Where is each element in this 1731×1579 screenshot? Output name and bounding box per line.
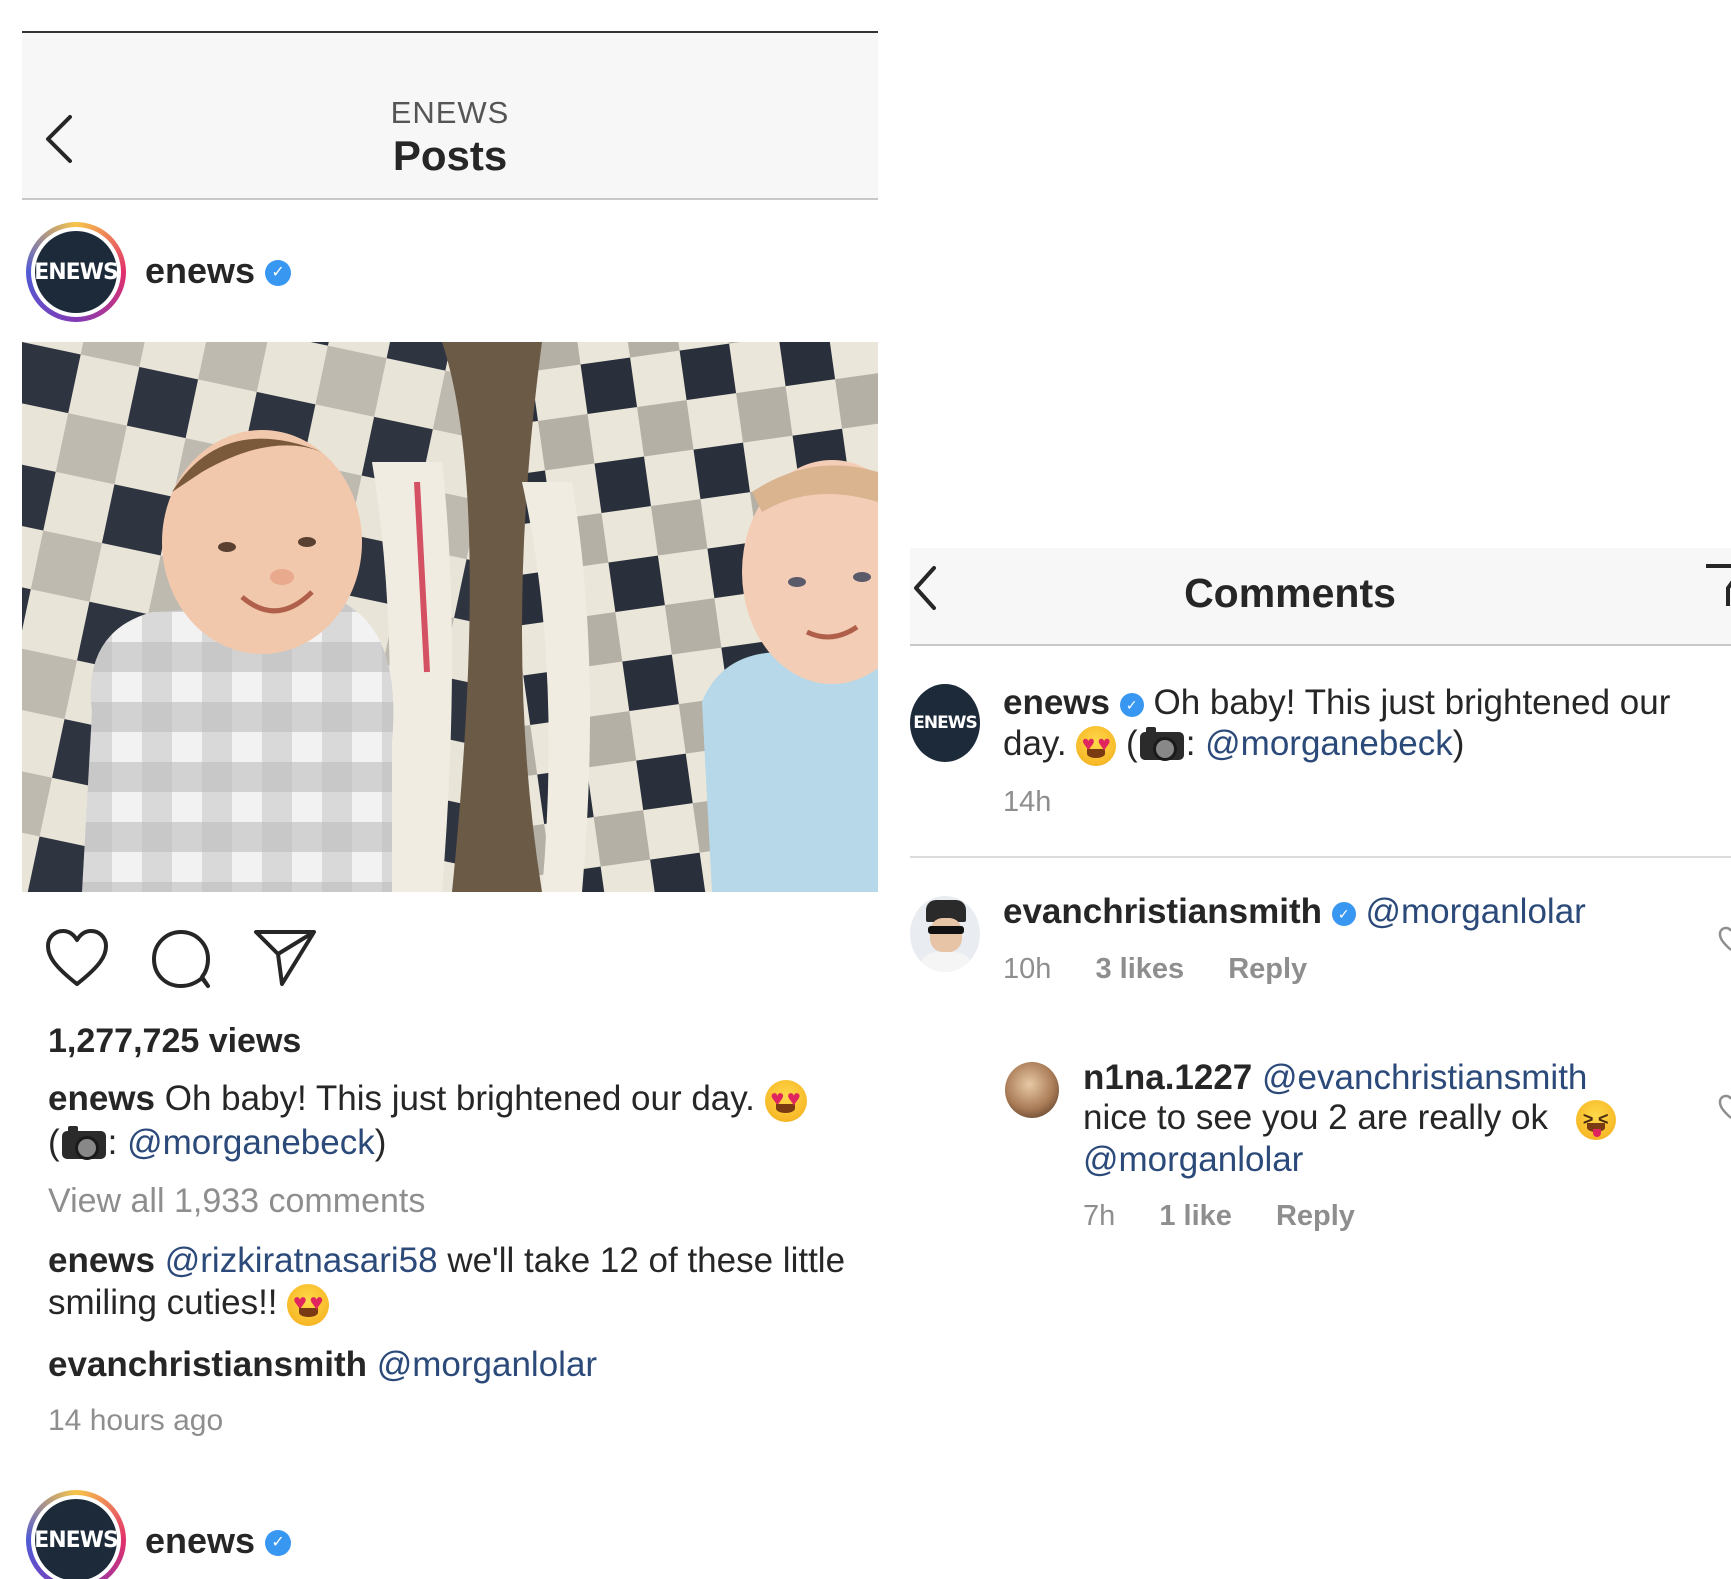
reply-button[interactable]: Reply (1228, 953, 1307, 985)
header-account-name: ENEWS (390, 95, 510, 130)
comments-title: Comments (1184, 570, 1396, 616)
squinting-tongue-emoji-icon: > < (1575, 1099, 1616, 1140)
comment-time: 10h (1003, 953, 1052, 985)
caption-divider (910, 856, 1731, 858)
comment-row: evanchristiansmith ✓ @morganlolar (1003, 892, 1586, 932)
comment-mention[interactable]: @morganlolar (1365, 892, 1585, 931)
caption-username[interactable]: enews (48, 1079, 155, 1118)
comment-mention[interactable]: @rizkiratnasari58 (165, 1241, 438, 1280)
post-caption: enews Oh baby! This just brightened our … (48, 1078, 878, 1164)
post-image[interactable] (22, 342, 878, 892)
reply-username[interactable]: n1na.1227 (1083, 1058, 1252, 1097)
commenter-avatar[interactable] (910, 896, 980, 972)
comment-like-heart-icon[interactable] (1718, 926, 1731, 952)
reply-mention[interactable]: @evanchristiansmith (1262, 1058, 1587, 1097)
comment-preview-1: enews @rizkiratnasari58 we'll take 12 of… (48, 1240, 878, 1326)
camera-emoji-icon (1139, 726, 1184, 761)
verified-badge-icon: ✓ (265, 260, 292, 287)
caption-mention[interactable]: @morganebeck (127, 1123, 375, 1162)
caption-paren-close: ) (1452, 724, 1465, 763)
verified-badge-icon: ✓ (1331, 901, 1356, 926)
reply-text: nice to see you 2 are really ok (1083, 1098, 1548, 1137)
comment-username[interactable]: enews (48, 1241, 155, 1280)
caption-mention[interactable]: @morganebeck (1205, 724, 1453, 763)
posts-header: ENEWS Posts (22, 33, 878, 200)
reply-like-heart-icon[interactable] (1718, 1094, 1731, 1120)
heart-eyes-emoji-icon (287, 1283, 330, 1326)
post-timestamp: 14 hours ago (48, 1404, 224, 1437)
page-title: Posts (392, 132, 508, 179)
avatar-sunglasses (928, 926, 964, 934)
caption-text: Oh baby! This just brightened our day. (164, 1079, 755, 1118)
like-heart-icon[interactable] (44, 928, 110, 988)
next-post-username[interactable]: enews ✓ (145, 1520, 292, 1562)
heart-eyes-emoji-icon (764, 1079, 807, 1122)
verified-badge-icon: ✓ (265, 1530, 292, 1557)
caption-colon: : (1185, 724, 1196, 763)
reply-meta: 7h 1 like Reply (1083, 1200, 1355, 1233)
next-post-username-text[interactable]: enews (145, 1520, 255, 1561)
view-all-comments-link[interactable]: View all 1,933 comments (48, 1182, 425, 1221)
reply-mention-2[interactable]: @morganlolar (1083, 1140, 1303, 1179)
post-avatar[interactable]: ENEWS (26, 222, 126, 322)
next-post-avatar[interactable]: ENEWS (26, 1490, 126, 1579)
enews-logo: ENEWS (913, 713, 977, 733)
posts-screen: ENEWS Posts ENEWS enews ✓ 1,277,725 view… (22, 0, 878, 1579)
caption-paren-open: ( (1126, 724, 1138, 763)
enews-logo: ENEWS (34, 1499, 119, 1579)
caption-username[interactable]: enews (1003, 683, 1110, 722)
post-username-text[interactable]: enews (145, 250, 255, 291)
filter-funnel-icon[interactable] (1704, 562, 1731, 612)
caption-paren-close: ) (374, 1122, 387, 1162)
heart-eyes-emoji-icon (1076, 725, 1117, 766)
comment-preview-2: evanchristiansmith @morganlolar (48, 1345, 878, 1385)
share-send-icon[interactable] (252, 928, 318, 988)
comment-username[interactable]: evanchristiansmith (48, 1345, 367, 1384)
avatar-shirt (918, 952, 974, 972)
caption-comment: enews ✓ Oh baby! This just brightened ou… (1003, 682, 1731, 766)
caption-paren-open: ( (48, 1122, 60, 1162)
caption-time: 14h (1003, 786, 1052, 818)
comment-bubble-icon[interactable] (150, 928, 214, 990)
reply-avatar[interactable] (1005, 1062, 1059, 1118)
reply-time: 7h (1083, 1200, 1116, 1232)
reply-likes[interactable]: 1 like (1159, 1200, 1232, 1232)
camera-emoji-icon (61, 1125, 106, 1160)
comment-username[interactable]: evanchristiansmith (1003, 892, 1322, 931)
comments-header: Comments (910, 548, 1731, 646)
caption-avatar[interactable]: ENEWS (910, 684, 980, 762)
views-count[interactable]: 1,277,725 views (48, 1022, 301, 1061)
avatar-face (930, 918, 962, 952)
comments-screen: Comments ENEWS enews ✓ Oh baby! This jus… (910, 0, 1731, 1579)
post-username[interactable]: enews ✓ (145, 250, 292, 292)
comment-mention[interactable]: @morganlolar (377, 1345, 597, 1384)
enews-logo: ENEWS (34, 231, 119, 313)
comment-meta: 10h 3 likes Reply (1003, 953, 1307, 986)
reply-row: n1na.1227 @evanchristiansmith nice to se… (1083, 1058, 1731, 1180)
caption-colon: : (107, 1122, 118, 1162)
comment-likes[interactable]: 3 likes (1095, 953, 1184, 985)
reply-button[interactable]: Reply (1276, 1200, 1355, 1232)
verified-badge-icon: ✓ (1119, 692, 1144, 717)
